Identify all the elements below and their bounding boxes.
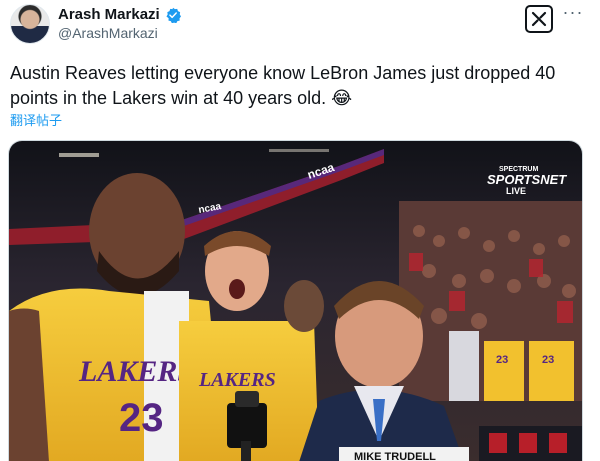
broadcaster-logo-sub: LIVE <box>506 186 526 196</box>
grok-glyph-icon <box>531 11 547 27</box>
jersey-text-center: LAKERS <box>198 369 276 391</box>
author-display-name[interactable]: Arash Markazi <box>58 6 160 23</box>
fan-jersey-2 <box>529 341 574 401</box>
verified-badge-icon <box>166 7 181 23</box>
fan-jersey-1 <box>484 341 524 401</box>
tweet-media[interactable]: ncaa ncaa 23 23 SPECTRUM SPORTSNET LIVE <box>8 140 583 461</box>
svg-text:23: 23 <box>496 354 508 366</box>
author-avatar[interactable] <box>10 4 50 44</box>
lower-third-text: MIKE TRUDELL <box>354 451 436 461</box>
tweet-text: Austin Reaves letting everyone know LeBr… <box>10 63 556 108</box>
more-icon[interactable]: ··· <box>562 3 584 28</box>
author-name-row: Arash Markazi <box>58 6 181 23</box>
author-handle[interactable]: @ArashMarkazi <box>58 25 158 41</box>
grok-icon[interactable] <box>525 5 553 33</box>
translate-post-link[interactable]: 翻译帖子 <box>10 110 62 129</box>
broadcaster-logo-main: SPORTSNET <box>487 172 567 187</box>
jersey-number-left: 23 <box>119 396 164 440</box>
media-image: ncaa ncaa 23 23 SPECTRUM SPORTSNET LIVE <box>9 141 582 461</box>
jersey-text-left: LAKERS <box>78 355 194 388</box>
svg-text:23: 23 <box>542 354 554 366</box>
